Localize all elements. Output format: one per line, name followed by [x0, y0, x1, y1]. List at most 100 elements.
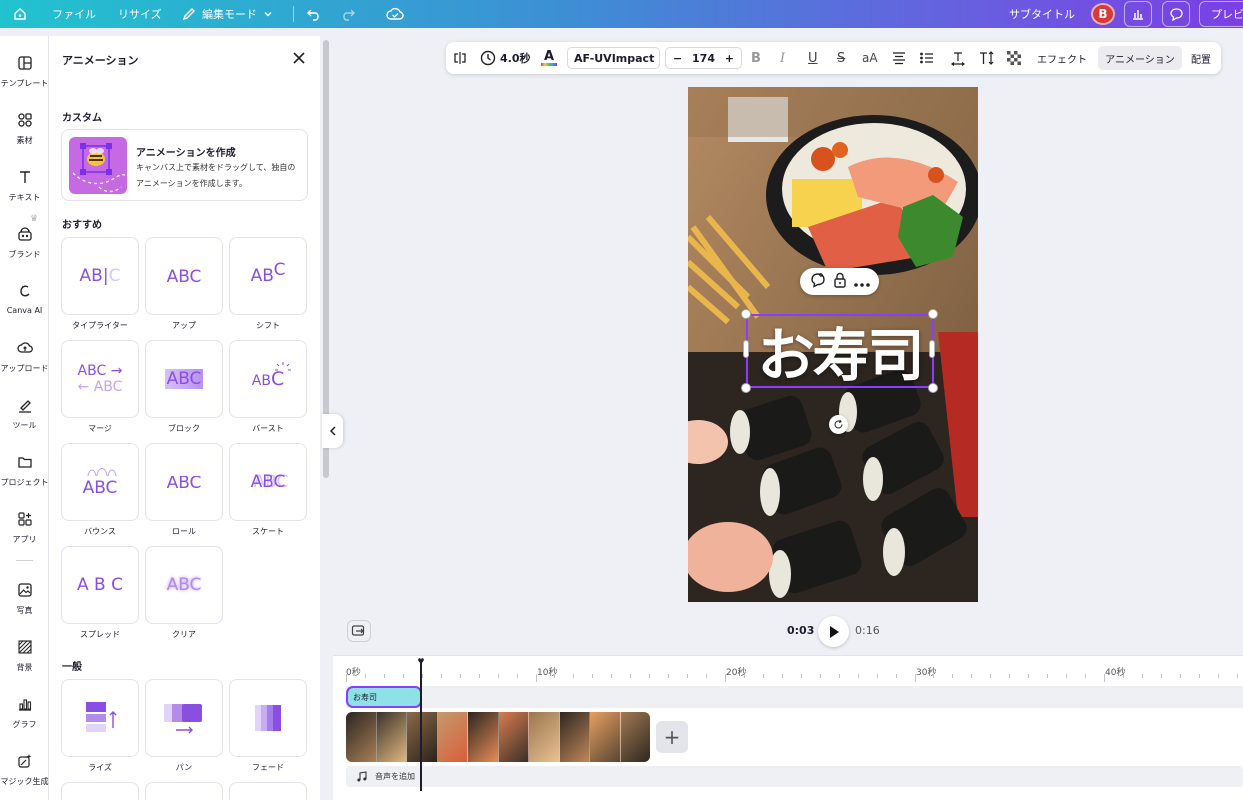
animation-rise[interactable]	[61, 679, 139, 757]
scene-toggle-button[interactable]	[347, 620, 371, 642]
strikethrough-button[interactable]: S	[837, 42, 845, 74]
undo-button[interactable]	[306, 0, 322, 28]
animation-burst[interactable]: ABC	[229, 340, 307, 418]
avatar[interactable]: B	[1091, 3, 1115, 25]
add-comment-button[interactable]	[810, 272, 826, 292]
text-track[interactable]	[346, 686, 1243, 708]
animation-label: クリア	[172, 630, 196, 639]
animation-skate[interactable]: ABC	[229, 443, 307, 521]
panel-title: アニメーション	[62, 54, 139, 67]
ruler-tick	[1217, 674, 1219, 678]
more-options-button[interactable]	[853, 272, 870, 291]
resize-handle-bottom-right[interactable]	[928, 383, 938, 393]
insights-button[interactable]	[1124, 1, 1152, 27]
resize-handle-top-right[interactable]	[928, 309, 938, 319]
rail-item-projects[interactable]: プロジェクト	[0, 453, 49, 488]
font-family-dropdown[interactable]: AF-UVImpact	[567, 47, 660, 69]
flip-button[interactable]	[452, 42, 468, 74]
rail-item-charts[interactable]: グラフ	[0, 695, 49, 730]
underline-button[interactable]: U	[808, 42, 818, 74]
text-clip[interactable]: お寿司	[346, 686, 422, 708]
animation-pan[interactable]	[145, 679, 223, 757]
vertical-text-button[interactable]	[978, 42, 996, 74]
resize-handle-right[interactable]	[929, 340, 935, 358]
cloud-check-icon	[386, 7, 404, 20]
video-thumbnail	[376, 712, 407, 762]
font-size-decrease-button[interactable]: −	[673, 52, 682, 65]
text-case-button[interactable]: aA	[862, 42, 878, 74]
subtitle-button[interactable]: サブタイトル	[1009, 0, 1075, 28]
rail-item-brand[interactable]: ブランド	[0, 225, 49, 260]
rail-item-label: テキスト	[8, 193, 41, 202]
edit-mode-dropdown[interactable]: 編集モード	[182, 0, 273, 28]
redo-button[interactable]	[340, 0, 356, 28]
list-button[interactable]	[919, 42, 935, 74]
animation-tile[interactable]	[145, 782, 223, 800]
resize-button[interactable]: リサイズ	[118, 0, 162, 28]
animation-tile[interactable]	[61, 782, 139, 800]
duration-button[interactable]: 4.0秒	[480, 42, 531, 74]
spacing-button[interactable]	[950, 42, 966, 74]
animation-bounce[interactable]: ABC	[61, 443, 139, 521]
cloud-save-status[interactable]	[386, 0, 404, 28]
rotate-handle[interactable]	[829, 415, 848, 434]
selected-text-element[interactable]: お寿司	[746, 314, 934, 388]
align-button[interactable]	[891, 42, 907, 74]
rail-item-background[interactable]: 背景	[0, 638, 49, 673]
text-color-button[interactable]: A	[541, 42, 557, 74]
transparency-button[interactable]	[1006, 42, 1022, 74]
video-track[interactable]	[346, 712, 650, 762]
animation-typewriter[interactable]: AB|C	[61, 237, 139, 315]
animation-clear[interactable]: ABC	[145, 546, 223, 624]
merge-preview-bottom: ← ABC	[77, 379, 123, 395]
fade-preview-icon	[255, 705, 281, 731]
ruler-tick	[611, 674, 613, 678]
rail-item-photos[interactable]: 写真	[0, 581, 49, 616]
panel-scrollbar[interactable]	[323, 40, 329, 478]
color-rainbow-bar	[541, 63, 557, 66]
rail-item-elements[interactable]: 素材	[0, 111, 49, 146]
up-preview: ABC	[166, 269, 202, 283]
comment-button[interactable]	[1162, 1, 1190, 27]
resize-handle-left[interactable]	[743, 340, 749, 358]
animation-spread[interactable]: A B C	[61, 546, 139, 624]
add-audio-track[interactable]: 音声を追加	[346, 766, 1243, 787]
animation-up[interactable]: ABC	[145, 237, 223, 315]
animation-shift[interactable]: ABC	[229, 237, 307, 315]
file-menu-button[interactable]: ファイル	[52, 0, 96, 28]
rail-item-magic[interactable]: マジック生成	[0, 752, 49, 787]
create-animation-thumbnail	[69, 137, 127, 194]
rail-item-tools[interactable]: ツール	[0, 396, 49, 431]
create-animation-card[interactable]: アニメーションを作成 キャンバス上で素材をドラッグして、独自のアニメーションを作…	[61, 129, 308, 201]
preview-button[interactable]: プレビ	[1199, 1, 1243, 27]
lock-button[interactable]	[833, 272, 847, 292]
animation-button[interactable]: アニメーション	[1098, 46, 1182, 70]
ruler-tick	[762, 674, 764, 678]
play-button[interactable]	[818, 616, 849, 647]
font-size-input[interactable]: 174	[692, 52, 715, 65]
bold-button[interactable]: B	[751, 42, 761, 74]
font-size-increase-button[interactable]: +	[725, 52, 734, 65]
rail-item-apps[interactable]: アプリ	[0, 510, 49, 545]
position-button[interactable]: 配置	[1191, 42, 1211, 74]
rail-item-templates[interactable]: テンプレート	[0, 54, 49, 89]
playhead-knob[interactable]: ♥	[416, 657, 426, 666]
collapse-panel-button[interactable]	[322, 414, 343, 448]
resize-handle-top-left[interactable]	[741, 309, 751, 319]
rail-item-canva-ai[interactable]: Canva AI	[0, 282, 49, 315]
animation-roll[interactable]: ABC	[145, 443, 223, 521]
rail-item-upload[interactable]: アップロード	[0, 339, 49, 374]
rail-item-text[interactable]: テキスト	[0, 168, 49, 203]
animation-merge[interactable]: ABC → ← ABC	[61, 340, 139, 418]
canvas-text[interactable]: お寿司	[748, 316, 932, 386]
animation-block[interactable]: ABC	[145, 340, 223, 418]
animation-fade[interactable]	[229, 679, 307, 757]
add-clip-button[interactable]: +	[656, 721, 688, 753]
playhead[interactable]	[420, 661, 422, 791]
home-button[interactable]	[10, 0, 30, 28]
resize-handle-bottom-left[interactable]	[741, 383, 751, 393]
close-button[interactable]	[291, 50, 307, 66]
animation-tile[interactable]	[229, 782, 307, 800]
italic-button[interactable]: I	[780, 42, 785, 74]
effects-button[interactable]: エフェクト	[1037, 42, 1087, 74]
